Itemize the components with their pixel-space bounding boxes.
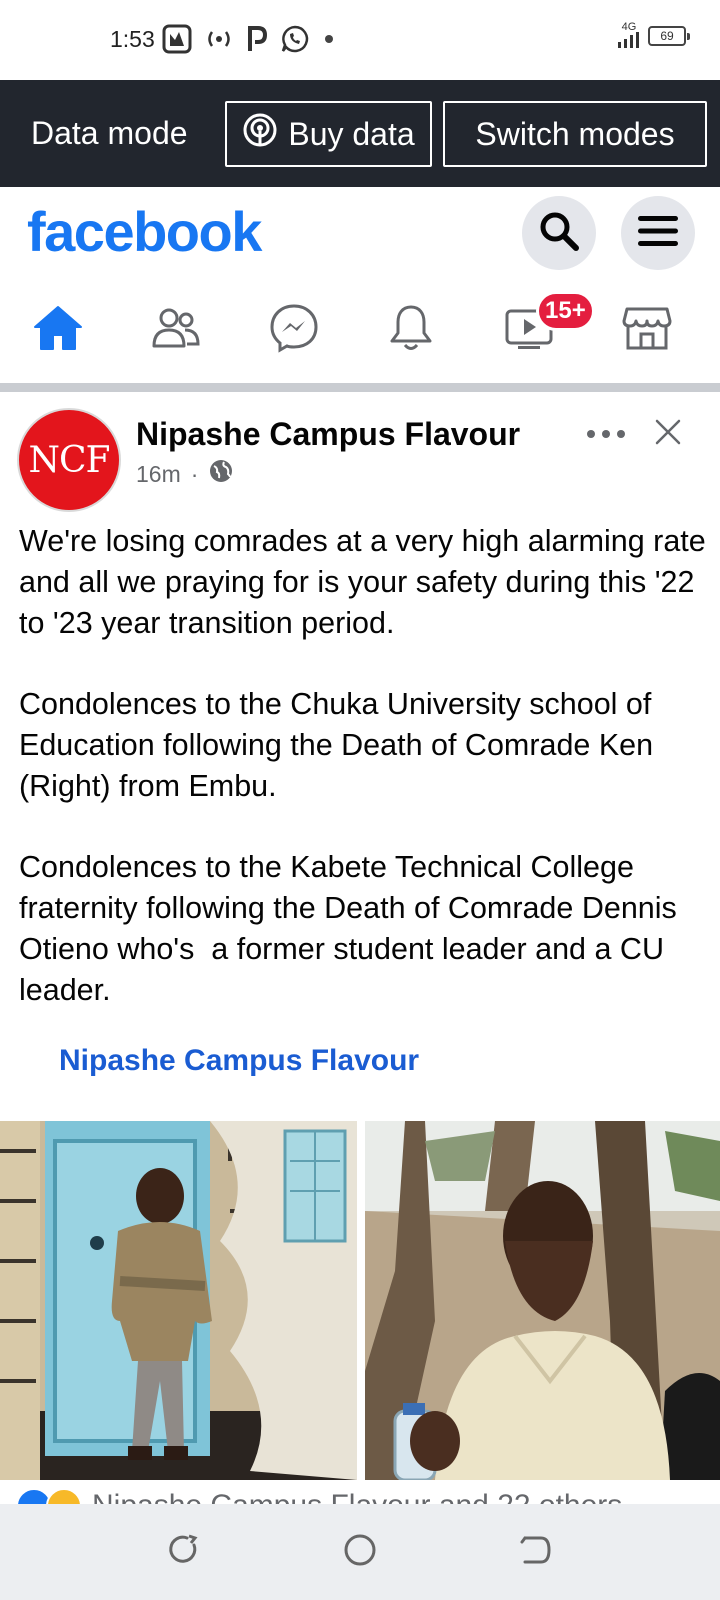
hide-post-button[interactable]	[650, 416, 686, 452]
parking-p-icon	[246, 25, 268, 53]
bell-icon	[388, 303, 434, 358]
dot-icon	[322, 32, 336, 46]
avatar-logo-text: NCF	[28, 439, 110, 481]
battery-indicator: 69	[648, 26, 690, 46]
status-right: 4G 69	[616, 22, 690, 50]
reactions-row: Nipashe Campus Flavour and 22 others	[16, 1488, 622, 1504]
network-indicator: 4G	[616, 22, 642, 50]
menu-button[interactable]	[621, 196, 695, 270]
status-bar: 1:53 4G 69	[0, 0, 720, 80]
watch-notification-badge: 15+	[536, 291, 595, 331]
system-navigation-bar	[0, 1504, 720, 1600]
post-options-button[interactable]	[584, 420, 628, 450]
reactions-text: Nipashe Campus Flavour and 22 others	[92, 1489, 622, 1504]
close-icon	[654, 418, 682, 451]
status-time: 1:53	[110, 26, 155, 52]
home-icon	[33, 305, 83, 356]
marketplace-store-icon	[622, 305, 672, 356]
tab-watch[interactable]: 15+	[494, 291, 595, 359]
buy-data-label: Buy data	[288, 115, 415, 152]
haha-reaction-icon	[46, 1488, 82, 1504]
post-header: NCF Nipashe Campus Flavour 16m ·	[0, 392, 720, 517]
recent-apps-button[interactable]	[162, 1530, 206, 1574]
feed-divider	[0, 383, 720, 392]
hamburger-menu-icon	[637, 213, 679, 254]
switch-modes-button[interactable]: Switch modes	[443, 101, 707, 167]
data-mode-label: Data mode	[31, 115, 188, 151]
tab-notifications[interactable]	[376, 301, 446, 359]
post-author-name[interactable]: Nipashe Campus Flavour	[136, 416, 520, 453]
switch-modes-label: Switch modes	[475, 115, 675, 152]
post-timestamp[interactable]: 16m	[136, 461, 181, 488]
post-photo-right[interactable]	[365, 1121, 720, 1480]
main-tab-bar: 15+	[0, 287, 720, 383]
photo-app-icon	[162, 24, 192, 54]
tab-marketplace[interactable]	[612, 301, 682, 359]
tagged-page-link[interactable]: Nipashe Campus Flavour	[59, 1044, 419, 1078]
messenger-icon	[269, 303, 319, 358]
app-header: facebook	[0, 187, 720, 287]
home-button[interactable]	[338, 1530, 382, 1574]
post-photo-left[interactable]	[0, 1121, 357, 1480]
back-button[interactable]	[514, 1530, 558, 1574]
recent-apps-icon	[167, 1533, 201, 1572]
back-icon	[519, 1533, 553, 1572]
hotspot-icon	[204, 28, 234, 50]
meta-separator: ·	[190, 460, 199, 487]
tab-home[interactable]	[23, 301, 93, 359]
search-icon	[538, 210, 580, 257]
reactions-summary[interactable]: Nipashe Campus Flavour and 22 others	[0, 1480, 720, 1504]
status-notification-icons	[162, 22, 336, 56]
page-avatar[interactable]: NCF	[17, 408, 121, 512]
facebook-logo[interactable]: facebook	[27, 199, 262, 264]
post-photo-grid	[0, 1121, 720, 1480]
home-circle-icon	[343, 1533, 377, 1572]
whatsapp-icon	[280, 24, 310, 54]
more-dots-icon	[586, 426, 626, 444]
public-globe-icon	[208, 458, 234, 490]
post-body-text: We're losing comrades at a very high ala…	[19, 524, 706, 1007]
post-meta: 16m ·	[136, 458, 234, 490]
wifi-cast-icon	[242, 112, 278, 156]
buy-data-button[interactable]: Buy data	[225, 101, 432, 167]
tab-friends[interactable]	[141, 301, 211, 359]
signal-icon	[618, 32, 639, 48]
search-button[interactable]	[522, 196, 596, 270]
data-mode-bar: Data mode Buy data Switch modes	[0, 80, 720, 187]
friends-icon	[151, 306, 201, 355]
tab-messenger[interactable]	[259, 301, 329, 359]
